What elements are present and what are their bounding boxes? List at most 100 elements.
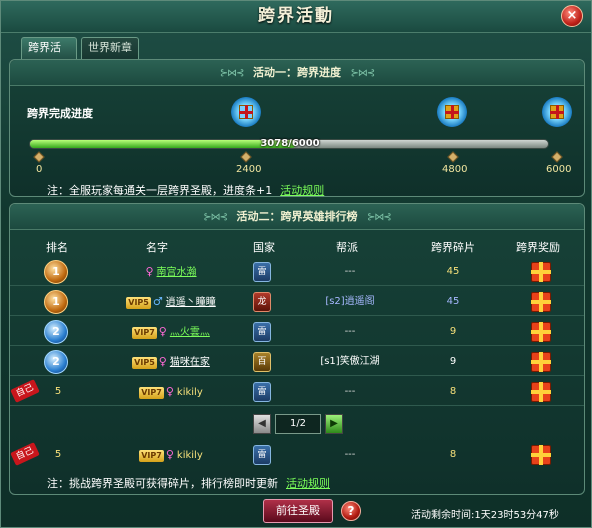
table-row-self: 自己 5 VIP7 ♀ kikily 雷 --- 8: [10, 378, 584, 406]
activity2-rules-link[interactable]: 活动规则: [286, 477, 330, 490]
gift-box-icon-2[interactable]: [437, 97, 467, 127]
country-icon: 雷: [253, 382, 271, 402]
activity1-note-text: 注：全服玩家每通关一层跨界圣殿，进度条+1: [47, 184, 273, 197]
gift-box-icon-1[interactable]: [231, 97, 261, 127]
col-header-country: 国家: [253, 241, 275, 254]
guild-cell: [s1]笑傲江湖: [320, 356, 380, 367]
country-cell: 雷: [252, 378, 272, 406]
female-icon: ♀: [158, 355, 167, 368]
activity1-note: 注：全服玩家每通关一层跨界圣殿，进度条+1 活动规则: [47, 182, 324, 198]
progress-label: 跨界完成进度: [27, 107, 93, 120]
event-remaining-time: 活动剩余时间:1天23时53分47秒: [411, 510, 559, 521]
tick-label-2400: 2400: [236, 164, 262, 175]
player-name-cell[interactable]: VIP5 ♀ 猫咪在家: [96, 348, 246, 376]
window-title: 跨界活動: [258, 6, 334, 26]
prev-page-button[interactable]: ◀: [253, 414, 271, 434]
tick-label-4800: 4800: [442, 164, 468, 175]
activity2-note-text: 注：挑战跨界圣殿可获得碎片，排行榜即时更新: [47, 477, 278, 490]
ornament-right-icon: ⊱⋈⊰: [367, 212, 392, 223]
activity2-title: 活动二：跨界英雄排行榜: [236, 210, 358, 223]
rank-medal-blue-icon: 2: [44, 350, 68, 374]
self-summary-row: 自己 5 VIP7 ♀ kikily 雷 --- 8: [10, 441, 584, 469]
tab-cross-realm-event[interactable]: 跨界活动: [21, 37, 77, 74]
country-icon: 雷: [253, 322, 271, 342]
rank-medal-gold-icon: 1: [44, 290, 68, 314]
player-name[interactable]: 猫咪在家: [170, 357, 210, 368]
gift-box-icon-3[interactable]: [542, 97, 572, 127]
rank-medal-gold-icon: 1: [44, 260, 68, 284]
table-row: 2 VIP7 ♀ 灬火雲灬 雷 --- 9: [10, 318, 584, 346]
activity2-header: ⊱⋈⊰ 活动二：跨界英雄排行榜 ⊱⋈⊰: [10, 204, 584, 230]
reward-cell[interactable]: [526, 288, 556, 316]
reward-gift-icon[interactable]: [531, 322, 551, 342]
bottom-bar: 前往圣殿 ? 活动剩余时间:1天23时53分47秒: [1, 497, 591, 527]
ornament-left-icon: ⊱⋈⊰: [219, 68, 245, 79]
guild-cell: ---: [344, 449, 356, 460]
guild-cell: ---: [344, 326, 356, 337]
fragments-cell: 8: [449, 386, 457, 397]
vip-badge-icon: VIP5: [132, 357, 157, 369]
tab-world-new-chapter[interactable]: 世界新章: [81, 37, 139, 59]
reward-gift-icon[interactable]: [531, 292, 551, 312]
self-tag-badge: 自己: [10, 379, 40, 403]
reward-gift-icon[interactable]: [531, 445, 551, 465]
reward-cell[interactable]: [526, 348, 556, 376]
col-header-guild: 帮派: [336, 241, 358, 254]
country-icon: 雷: [253, 262, 271, 282]
activity1-panel: ⊱⋈⊰ 活动一：跨界进度 ⊱⋈⊰: [9, 59, 585, 197]
tick-label-6000: 6000: [546, 164, 572, 175]
female-icon: ♀: [165, 385, 174, 398]
progress-bar: 3078/6000: [29, 138, 549, 149]
player-name[interactable]: kikily: [177, 387, 203, 398]
reward-cell[interactable]: [526, 258, 556, 286]
reward-gift-icon[interactable]: [531, 352, 551, 372]
fragments-cell: 45: [446, 266, 460, 277]
country-cell: 雷: [252, 441, 272, 469]
fragments-cell: 9: [449, 356, 457, 367]
go-to-sanctuary-button[interactable]: 前往圣殿: [263, 499, 333, 523]
player-name-cell[interactable]: VIP7 ♀ kikily: [96, 441, 246, 469]
progress-text: 3078/6000: [260, 138, 320, 149]
activity1-title: 活动一：跨界进度: [253, 66, 341, 79]
guild-cell: ---: [344, 386, 356, 397]
country-cell: 雷: [252, 318, 272, 346]
player-name-cell[interactable]: VIP7 ♀ 灬火雲灬: [96, 318, 246, 346]
page-indicator: 1/2: [275, 414, 321, 434]
reward-gift-icon[interactable]: [531, 262, 551, 282]
cross-realm-event-window: 跨界活動 × 跨界活动 世界新章 ⊱⋈⊰ 活动一：跨界进度 ⊱⋈⊰ 跨界完成进度…: [0, 0, 592, 528]
table-row: 1 ♀ 南宫水瀚 雷 --- 45: [10, 258, 584, 286]
guild-cell: [s2]逍遥阁: [325, 296, 375, 307]
ornament-right-icon: ⊱⋈⊰: [350, 68, 376, 79]
col-header-fragments: 跨界碎片: [431, 241, 475, 254]
reward-cell[interactable]: [526, 318, 556, 346]
tick-label-0: 0: [36, 164, 43, 175]
country-cell: 百: [252, 348, 272, 376]
fragments-cell: 8: [449, 449, 457, 460]
female-icon: ♀: [145, 265, 154, 278]
player-name-cell[interactable]: ♀ 南宫水瀚: [96, 258, 246, 286]
player-name-cell[interactable]: VIP7 ♀ kikily: [96, 378, 246, 406]
rank-cell: 5: [54, 386, 62, 397]
ornament-left-icon: ⊱⋈⊰: [203, 212, 228, 223]
close-button[interactable]: ×: [561, 5, 583, 27]
player-name-cell[interactable]: VIP5 ♂ 逍遥丶瞳瞳: [96, 288, 246, 316]
player-name[interactable]: 南宫水瀚: [157, 267, 197, 278]
reward-cell[interactable]: [526, 378, 556, 406]
player-name[interactable]: kikily: [177, 450, 203, 461]
self-tag-badge: 自己: [10, 442, 40, 466]
activity1-rules-link[interactable]: 活动规则: [280, 184, 324, 197]
rank-medal-blue-icon: 2: [44, 320, 68, 344]
country-cell: 雷: [252, 258, 272, 286]
player-name[interactable]: 逍遥丶瞳瞳: [166, 297, 216, 308]
reward-gift-icon[interactable]: [531, 382, 551, 402]
title-bar: 跨界活動 ×: [1, 1, 591, 33]
country-icon: 龙: [253, 292, 271, 312]
player-name[interactable]: 灬火雲灬: [170, 327, 210, 338]
next-page-button[interactable]: ▶: [325, 414, 343, 434]
activity2-note: 注：挑战跨界圣殿可获得碎片，排行榜即时更新 活动规则: [47, 475, 330, 491]
vip-badge-icon: VIP7: [132, 327, 157, 339]
male-icon: ♂: [152, 295, 163, 308]
reward-cell[interactable]: [526, 441, 556, 469]
col-header-reward: 跨界奖励: [516, 241, 560, 254]
help-icon[interactable]: ?: [341, 501, 361, 521]
